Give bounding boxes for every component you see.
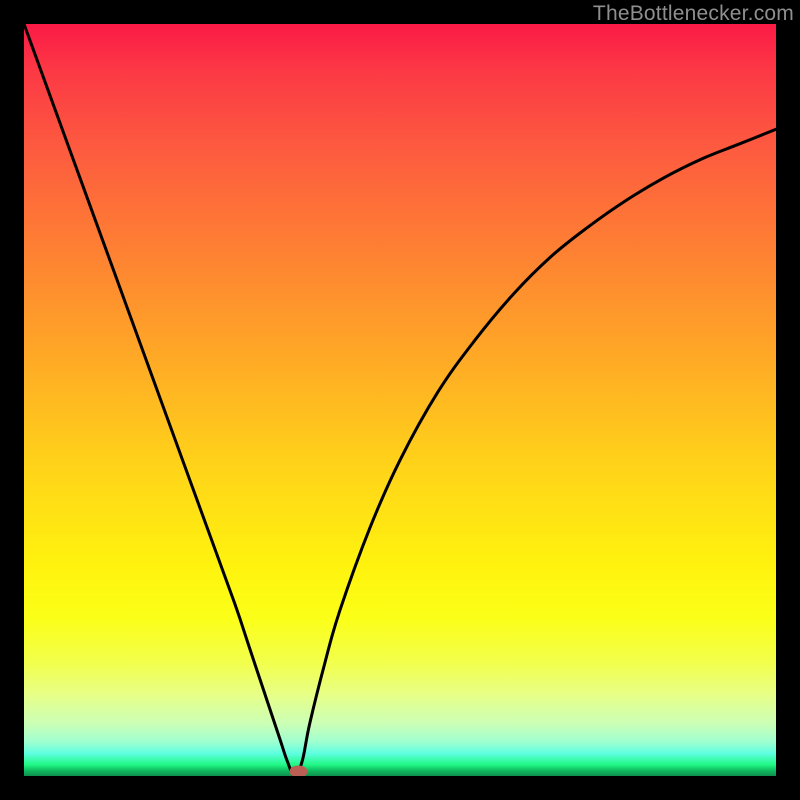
chart-frame: TheBottlenecker.com <box>0 0 800 800</box>
bottleneck-curve <box>24 24 776 776</box>
curve-layer <box>24 24 776 776</box>
plot-area <box>24 24 776 776</box>
curve-minimum-marker <box>289 765 307 776</box>
watermark-text: TheBottlenecker.com <box>593 2 794 26</box>
